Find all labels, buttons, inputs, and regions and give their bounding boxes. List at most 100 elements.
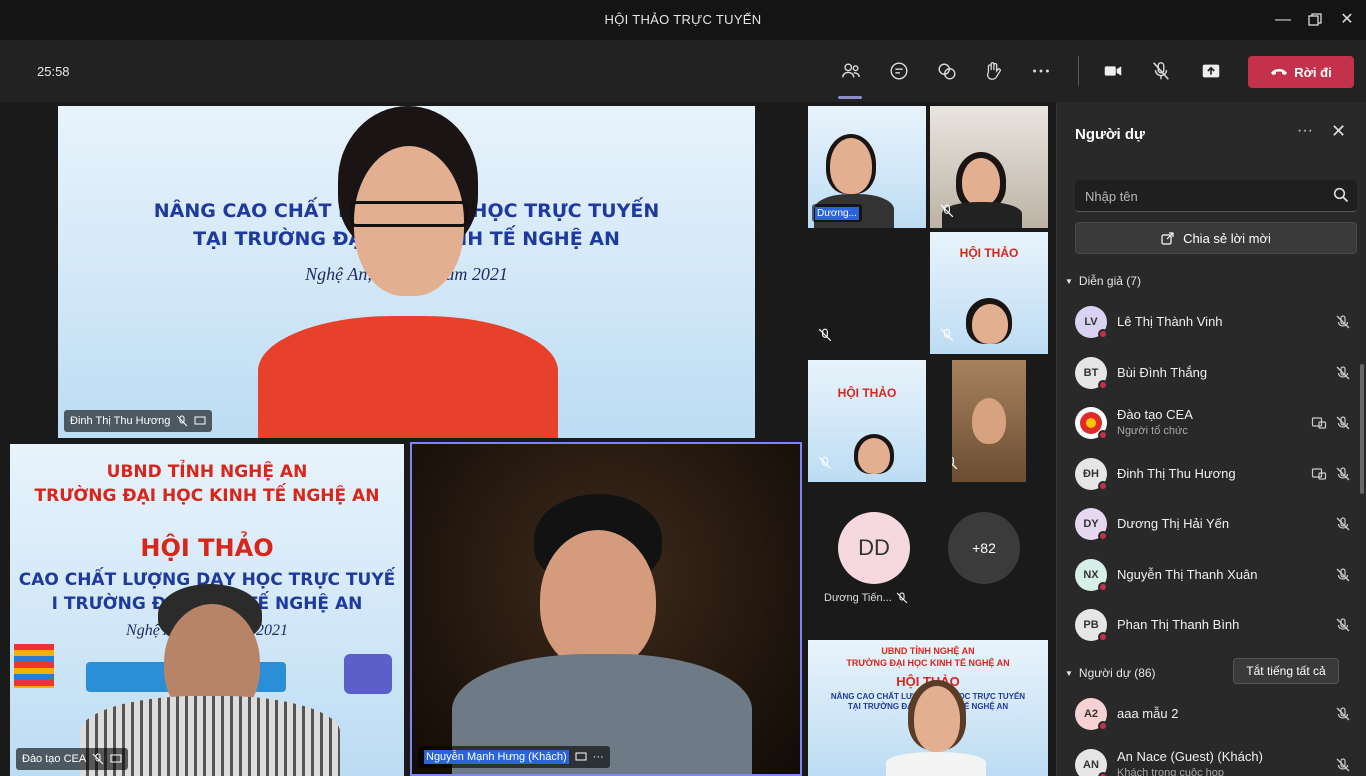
- avatar-initials: NX: [1083, 568, 1099, 581]
- mic-off-icon[interactable]: [1335, 617, 1351, 633]
- more-icon[interactable]: ···: [593, 751, 604, 763]
- raise-hand-icon[interactable]: [978, 56, 1008, 86]
- active-speaker-tile[interactable]: Nguyễn Mạnh Hưng (Khách) ···: [410, 442, 802, 776]
- mic-off-icon: [818, 328, 832, 342]
- participant-name: Bùi Đình Thắng: [1117, 364, 1208, 380]
- sharing-icon: [1311, 415, 1327, 431]
- participant-search[interactable]: [1075, 180, 1357, 212]
- mic-off-icon: [92, 753, 104, 765]
- mic-off-icon[interactable]: [1146, 56, 1176, 86]
- maximize-icon[interactable]: [1302, 8, 1328, 32]
- chat-icon[interactable]: [884, 56, 914, 86]
- people-icon[interactable]: [836, 56, 866, 86]
- camera-icon[interactable]: [1098, 56, 1128, 86]
- avatar-dd[interactable]: DD: [838, 512, 910, 584]
- leave-button[interactable]: Rời đi: [1248, 56, 1354, 88]
- mic-off-icon[interactable]: [1335, 415, 1351, 431]
- main-presenter-tile[interactable]: HỘI THẢO NÂNG CAO CHẤT LƯỢNG DẠY HỌC TRỰ…: [58, 106, 755, 438]
- reactions-icon[interactable]: [932, 56, 962, 86]
- share-invite-button[interactable]: Chia sẻ lời mời: [1075, 222, 1357, 254]
- active-tab-indicator: [838, 96, 862, 99]
- panel-scrollbar[interactable]: [1360, 364, 1364, 494]
- window-title: HỘI THẢO TRỰC TUYẾN: [604, 12, 762, 27]
- mic-off-icon: [940, 328, 954, 342]
- thumb-1-tag: Dương...: [812, 204, 862, 222]
- presenters-section-header[interactable]: ▼ Diễn giả (7): [1065, 274, 1141, 288]
- thumb-1-name: Dương...: [815, 206, 859, 220]
- presence-status-dot: [1098, 581, 1108, 592]
- thumb-tile-6[interactable]: [952, 360, 1026, 482]
- overflow-participants-button[interactable]: +82: [948, 512, 1020, 584]
- participant-role: Khách trong cuộc họp: [1117, 766, 1225, 776]
- active-speaker-tag: Nguyễn Mạnh Hưng (Khách) ···: [418, 746, 610, 768]
- hang-up-icon: [1271, 69, 1288, 75]
- participant-row[interactable]: Đào tạo CEA Người tổ chức: [1075, 401, 1361, 445]
- mic-off-icon[interactable]: [1335, 757, 1351, 773]
- mic-off-icon[interactable]: [1335, 466, 1351, 482]
- avatar-dd-initials: DD: [858, 535, 890, 560]
- participant-search-input[interactable]: [1085, 186, 1325, 206]
- thumb-5-title: HỘI THẢO: [837, 386, 897, 400]
- books-graphic: [14, 644, 54, 688]
- participant-row[interactable]: A2 aaa mẫu 2: [1075, 692, 1361, 736]
- mic-off-icon: [818, 456, 832, 470]
- br-slide-org2: TRƯỜNG ĐẠI HỌC KINH TẾ NGHỆ AN: [846, 658, 1010, 668]
- title-bar: HỘI THẢO TRỰC TUYẾN — ✕: [0, 0, 1366, 40]
- participant-row[interactable]: LV Lê Thị Thành Vinh: [1075, 300, 1361, 344]
- thumb-tile-2[interactable]: [930, 106, 1048, 228]
- participant-row[interactable]: AN An Nace (Guest) (Khách) Khách trong cuộ…: [1075, 743, 1361, 776]
- more-options-icon[interactable]: [1026, 56, 1056, 86]
- bottom-right-tile[interactable]: UBND TỈNH NGHỆ AN TRƯỜNG ĐẠI HỌC KINH TẾ…: [808, 640, 1048, 776]
- left-slide-org1: UBND TỈNH NGHỆ AN: [106, 462, 308, 482]
- mic-off-icon: [952, 456, 958, 470]
- participant-name: aaa mẫu 2: [1117, 706, 1179, 721]
- attendees-section-header[interactable]: ▼ Người dự (86): [1065, 666, 1156, 680]
- leave-label: Rời đi: [1294, 64, 1332, 80]
- thumb-tile-4[interactable]: HỘI THẢO: [930, 232, 1048, 354]
- thumb-4-title: HỘI THẢO: [959, 246, 1019, 260]
- panel-more-icon[interactable]: ···: [1297, 122, 1313, 140]
- participant-row[interactable]: DY Dương Thị Hải Yến: [1075, 502, 1361, 546]
- participant-row[interactable]: ĐH Đinh Thị Thu Hương: [1075, 452, 1361, 496]
- thumb-tile-1[interactable]: Dương...: [808, 106, 926, 228]
- chevron-down-icon: ▼: [1065, 668, 1073, 678]
- screen-share-icon: [194, 416, 206, 425]
- mute-all-button[interactable]: Tắt tiếng tất cả: [1233, 658, 1339, 684]
- mic-off-icon: [896, 592, 908, 604]
- mic-off-icon: [177, 415, 188, 427]
- close-window-icon[interactable]: ✕: [1334, 8, 1360, 32]
- participant-row[interactable]: BT Bùi Đình Thắng: [1075, 351, 1361, 395]
- participant-row[interactable]: NX Nguyễn Thị Thanh Xuân: [1075, 553, 1361, 597]
- thumb-tile-5[interactable]: HỘI THẢO: [808, 360, 926, 482]
- mic-off-icon[interactable]: [1335, 706, 1351, 722]
- presence-status-dot: [1098, 632, 1108, 642]
- participant-row[interactable]: PB Phan Thị Thanh Bình: [1075, 603, 1361, 647]
- presence-status-dot: [1098, 329, 1108, 339]
- video-stage: HỘI THẢO NÂNG CAO CHẤT LƯỢNG DẠY HỌC TRỰ…: [0, 102, 1056, 776]
- mic-off-icon[interactable]: [1335, 365, 1351, 381]
- participant-name: Phan Thị Thanh Bình: [1117, 617, 1240, 632]
- participant-role: Người tổ chức: [1117, 425, 1188, 437]
- presence-status-dot: [1098, 721, 1108, 731]
- left-presenter-tile[interactable]: UBND TỈNH NGHỆ AN TRƯỜNG ĐẠI HỌC KINH TẾ…: [10, 444, 404, 776]
- attendees-header-label: Người dự (86): [1078, 666, 1156, 680]
- mic-off-icon[interactable]: [1335, 567, 1351, 583]
- sharing-icon: [1311, 466, 1327, 482]
- mic-off-icon[interactable]: [1335, 516, 1351, 532]
- share-invite-label: Chia sẻ lời mời: [1183, 230, 1271, 246]
- presence-status-dot: [1098, 379, 1108, 390]
- mic-off-icon[interactable]: [1335, 314, 1351, 330]
- main-speaker-name: Đinh Thị Thu Hương: [70, 415, 171, 427]
- minimize-icon[interactable]: —: [1270, 8, 1296, 32]
- avatar-initials: AN: [1083, 758, 1099, 771]
- share-screen-icon[interactable]: [1196, 56, 1226, 86]
- screen-share-icon: [110, 754, 122, 763]
- left-slide-title: HỘI THẢO: [140, 534, 274, 562]
- panel-close-icon[interactable]: ✕: [1331, 121, 1346, 142]
- presenter-video-overlay: [258, 106, 558, 438]
- avatar-initials: ĐH: [1083, 467, 1099, 480]
- screen-share-icon: [575, 752, 587, 761]
- presence-status-dot: [1098, 480, 1108, 491]
- thumb-tile-3[interactable]: [808, 232, 926, 354]
- participant-name: Nguyễn Thị Thanh Xuân: [1117, 566, 1258, 582]
